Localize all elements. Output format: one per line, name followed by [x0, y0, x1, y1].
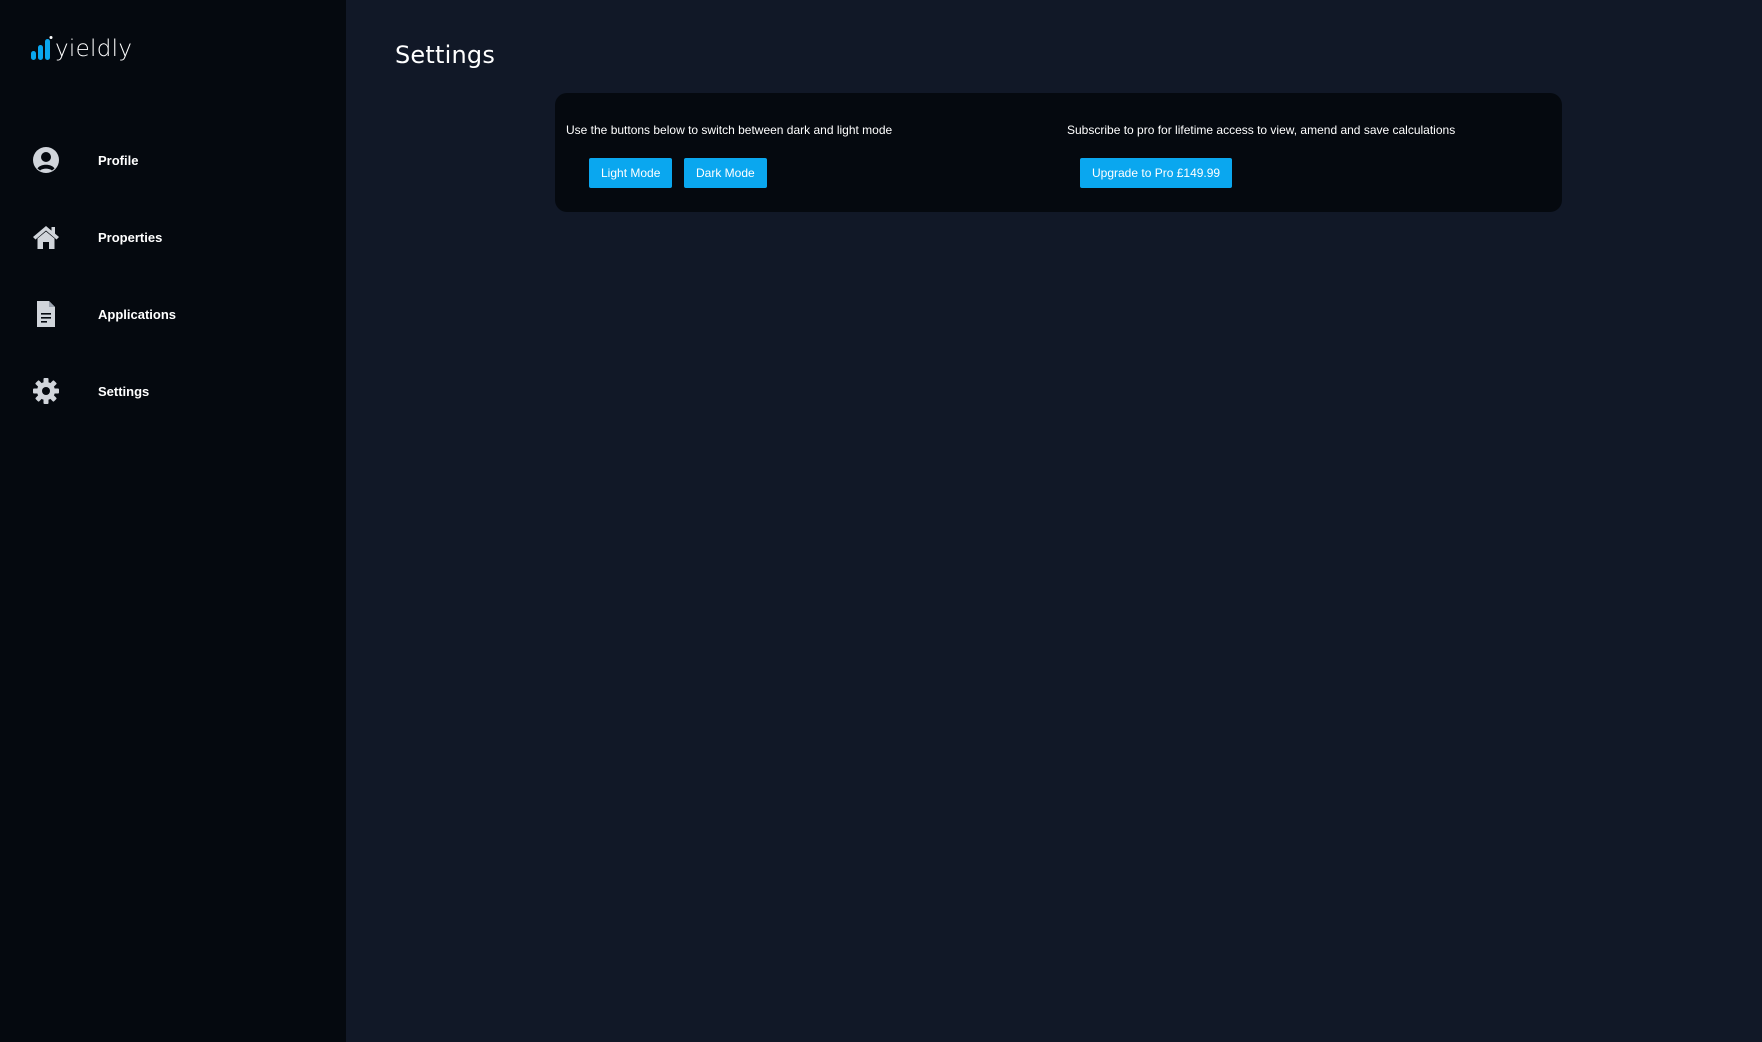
light-mode-button[interactable]: Light Mode	[589, 158, 673, 188]
sidebar-item-profile[interactable]: Profile	[32, 144, 138, 176]
brand[interactable]: yieldly	[31, 33, 132, 65]
theme-description: Use the buttons below to switch between …	[566, 123, 893, 137]
sidebar-item-label: Profile	[98, 152, 139, 168]
home-icon	[33, 226, 59, 249]
dark-mode-button[interactable]: Dark Mode	[684, 158, 767, 188]
sidebar-item-applications[interactable]: Applications	[32, 298, 176, 330]
sidebar: yieldly Profile Properties Applications …	[0, 0, 346, 1042]
user-circle-icon	[33, 147, 59, 173]
sidebar-item-label: Properties	[98, 229, 163, 245]
upgrade-pro-button[interactable]: Upgrade to Pro £149.99	[1080, 158, 1233, 188]
page-title: Settings	[395, 41, 496, 69]
bar-chart-logo-icon	[31, 36, 53, 60]
subscription-description: Subscribe to pro for lifetime access to …	[1067, 123, 1456, 137]
main-content: Settings Use the buttons below to switch…	[346, 0, 1762, 1042]
sidebar-item-label: Applications	[98, 306, 177, 322]
document-icon	[37, 301, 55, 327]
sidebar-item-settings[interactable]: Settings	[32, 375, 149, 407]
sidebar-item-properties[interactable]: Properties	[32, 221, 162, 253]
sidebar-item-label: Settings	[98, 383, 150, 399]
settings-card: Use the buttons below to switch between …	[555, 93, 1562, 212]
brand-name: yieldly	[55, 35, 133, 62]
gear-icon	[33, 378, 59, 404]
app-window: yieldly Profile Properties Applications …	[0, 0, 1762, 1042]
